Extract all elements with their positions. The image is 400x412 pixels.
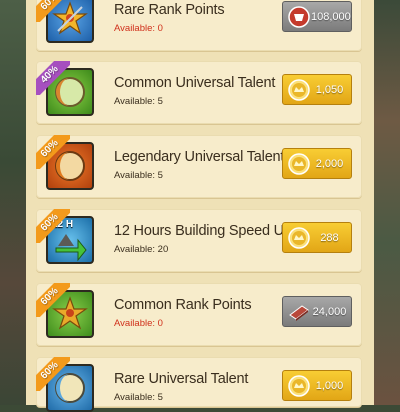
offer-title: Common Rank Points [114, 297, 252, 313]
offer-title: Rare Rank Points [114, 2, 225, 18]
offer-availability: Available: 0 [114, 318, 163, 329]
background-right [374, 0, 400, 405]
rank-book-icon [289, 304, 309, 321]
offer-title: Rare Universal Talent [114, 371, 249, 387]
offer-availability: Available: 5 [114, 392, 163, 403]
coin-icon [288, 374, 310, 397]
buy-button[interactable]: 288 [282, 222, 352, 253]
discount-ribbon: 60% [36, 357, 70, 391]
price-label: 1,050 [315, 83, 344, 96]
discount-ribbon: 60% [36, 0, 70, 22]
coin-icon [288, 78, 310, 101]
buy-button[interactable]: 24,000 [282, 296, 352, 327]
price-label: 2,000 [315, 157, 344, 170]
discount-ribbon: 60% [36, 209, 70, 243]
offer-list-panel[interactable]: 60% Rare Rank Points Available: 0 108,00… [26, 0, 374, 412]
offer-card: 60% Rare Universal Talent Available: 5 1… [36, 357, 362, 412]
rank-point-icon [288, 5, 310, 28]
offer-card: 60% Legendary Universal Talent Available… [36, 135, 362, 198]
discount-ribbon: 60% [36, 135, 70, 169]
coin-icon [288, 226, 310, 249]
discount-ribbon: 60% [36, 283, 70, 317]
offer-card: 40% Common Universal Talent Available: 5… [36, 61, 362, 124]
price-label: 1,000 [315, 379, 344, 392]
offer-title: 12 Hours Building Speed Up [114, 223, 292, 239]
price-label: 108,000 [311, 10, 351, 23]
offer-card: 60% Rare Rank Points Available: 0 108,00… [36, 0, 362, 51]
offer-card: 12 H 60% 12 Hours Building Speed Up Avai… [36, 209, 362, 272]
offer-availability: Available: 5 [114, 170, 163, 181]
offer-availability: Available: 20 [114, 244, 169, 255]
buy-button[interactable]: 1,000 [282, 370, 352, 401]
buy-button[interactable]: 2,000 [282, 148, 352, 179]
offer-card: 60% Common Rank Points Available: 0 24,0… [36, 283, 362, 346]
discount-ribbon: 40% [36, 61, 70, 95]
offer-availability: Available: 0 [114, 23, 163, 34]
offer-title: Legendary Universal Talent [114, 149, 285, 165]
price-label: 24,000 [312, 305, 347, 318]
coin-icon [288, 152, 310, 175]
buy-button[interactable]: 1,050 [282, 74, 352, 105]
buy-button[interactable]: 108,000 [282, 1, 352, 32]
offer-title: Common Universal Talent [114, 75, 276, 91]
offer-availability: Available: 5 [114, 96, 163, 107]
background-left [0, 0, 26, 405]
price-label: 288 [320, 231, 339, 244]
